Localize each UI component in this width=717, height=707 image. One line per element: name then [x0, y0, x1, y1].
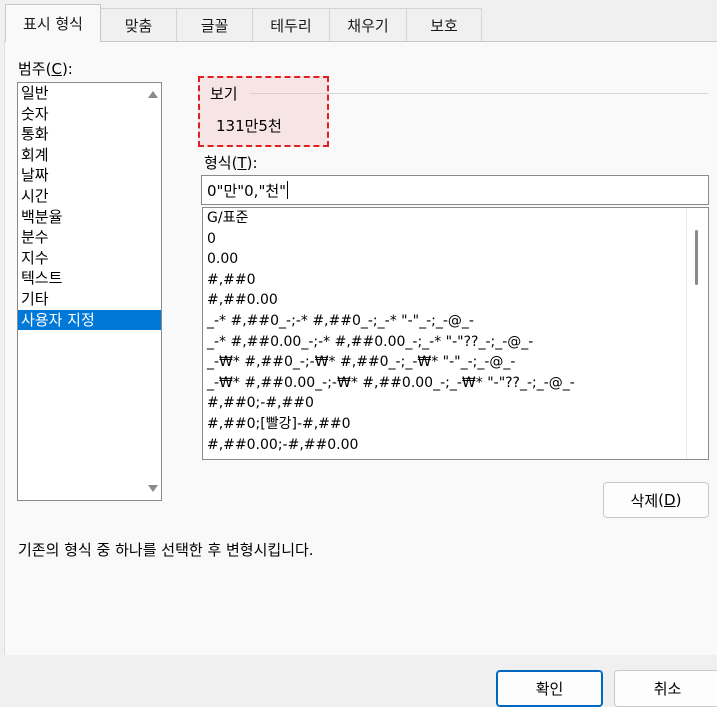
format-item[interactable]: G/표준 — [203, 208, 708, 229]
category-item-general[interactable]: 일반 — [18, 83, 161, 104]
format-item[interactable]: 0.00 — [203, 249, 708, 270]
format-item[interactable]: #,##0.00 — [203, 290, 708, 311]
format-list-scrollbar[interactable] — [686, 208, 709, 459]
category-accel-key: C — [51, 60, 62, 78]
delete-button-label: 삭제 — [630, 491, 659, 510]
category-list[interactable]: 일반 숫자 통화 회계 날짜 시간 백분율 분수 지수 텍스트 기타 사용자 지… — [17, 82, 162, 501]
tab-protection[interactable]: 보호 — [406, 8, 482, 41]
tab-label: 테두리 — [270, 16, 312, 35]
category-item-text[interactable]: 텍스트 — [18, 268, 161, 289]
category-item-currency[interactable]: 통화 — [18, 124, 161, 145]
category-item-number[interactable]: 숫자 — [18, 104, 161, 125]
format-item[interactable]: _-* #,##0_-;-* #,##0_-;_-* "-"_-;_-@_- — [203, 311, 708, 332]
category-item-special[interactable]: 기타 — [18, 289, 161, 310]
format-label-text: 형식 — [204, 154, 232, 172]
format-label: 형식(T): — [204, 154, 258, 172]
category-label: 범주(C): — [18, 60, 73, 78]
sample-title: 보기 — [210, 85, 238, 103]
ok-button[interactable]: 확인 — [496, 670, 603, 707]
tab-alignment[interactable]: 맞춤 — [100, 8, 177, 41]
cancel-button-label: 취소 — [653, 680, 682, 698]
category-item-date[interactable]: 날짜 — [18, 165, 161, 186]
tab-border[interactable]: 테두리 — [252, 8, 330, 41]
format-item[interactable]: #,##0;[빨강]-#,##0 — [203, 414, 708, 435]
tab-bar: 표시 형식 맞춤 글꼴 테두리 채우기 보호 — [0, 0, 717, 42]
format-list[interactable]: G/표준 0 0.00 #,##0 #,##0.00 _-* #,##0_-;-… — [202, 207, 709, 460]
category-item-fraction[interactable]: 분수 — [18, 227, 161, 248]
delete-accel-key: D — [664, 491, 676, 509]
category-item-accounting[interactable]: 회계 — [18, 145, 161, 166]
format-code-input[interactable]: 0"만"0,"천" — [201, 175, 709, 205]
category-scrollbar[interactable] — [144, 83, 161, 500]
cancel-button[interactable]: 취소 — [614, 670, 717, 707]
tab-label: 맞춤 — [124, 16, 153, 35]
category-item-scientific[interactable]: 지수 — [18, 248, 161, 269]
scroll-up-arrow-icon[interactable] — [148, 91, 158, 98]
tab-number-format[interactable]: 표시 형식 — [5, 4, 101, 42]
category-item-custom[interactable]: 사용자 지정 — [18, 309, 161, 331]
ok-button-label: 확인 — [535, 680, 564, 698]
format-item[interactable]: #,##0 — [203, 270, 708, 291]
format-item[interactable]: _-* #,##0.00_-;-* #,##0.00_-;_-* "-"??_-… — [203, 332, 708, 353]
scrollbar-thumb[interactable] — [695, 230, 698, 285]
tab-fill[interactable]: 채우기 — [329, 8, 407, 41]
sample-value: 131만5천 — [216, 117, 282, 135]
category-label-text: 범주 — [18, 60, 46, 78]
tab-label: 채우기 — [347, 16, 389, 35]
tab-label: 보호 — [430, 16, 458, 35]
text-caret — [287, 181, 289, 199]
tab-label: 표시 형식 — [23, 15, 83, 33]
tab-label: 글꼴 — [200, 16, 229, 35]
format-item[interactable]: 0 — [203, 229, 708, 250]
format-item[interactable]: #,##0.00;-#,##0.00 — [203, 435, 708, 456]
delete-button[interactable]: 삭제(D) — [603, 482, 709, 518]
format-item[interactable]: _-₩* #,##0_-;-₩* #,##0_-;_-₩* "-"_-;_-@_… — [203, 352, 708, 373]
format-item[interactable]: _-₩* #,##0.00_-;-₩* #,##0.00_-;_-₩* "-"?… — [203, 373, 708, 394]
format-code-value: 0"만"0,"천" — [207, 182, 287, 200]
tab-font[interactable]: 글꼴 — [176, 8, 253, 41]
hint-text: 기존의 형식 중 하나를 선택한 후 변형시킵니다. — [18, 541, 314, 559]
category-item-percentage[interactable]: 백분율 — [18, 207, 161, 228]
format-item[interactable]: #,##0;-#,##0 — [203, 393, 708, 414]
scroll-down-arrow-icon[interactable] — [148, 485, 158, 492]
category-item-time[interactable]: 시간 — [18, 186, 161, 207]
format-accel-key: T — [237, 154, 247, 172]
